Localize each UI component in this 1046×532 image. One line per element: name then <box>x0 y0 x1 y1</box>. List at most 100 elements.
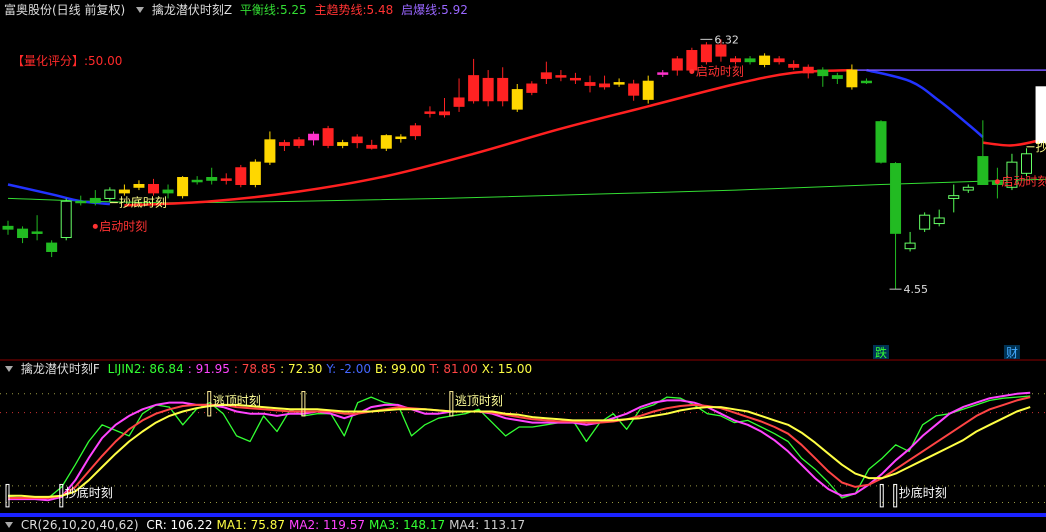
candle <box>963 184 973 192</box>
candlestick-chart[interactable]: 6.324.55抄底时刻启动时刻启动时刻抄底时刻启动时刻跌财 <box>0 18 1046 363</box>
candle <box>905 232 915 252</box>
sub-legend-label-0: LIJIN2: <box>108 362 146 376</box>
candle-body <box>425 112 435 114</box>
candle-body <box>32 232 42 234</box>
candle-body <box>716 45 726 56</box>
candle-body <box>3 226 13 229</box>
start-label-4: 启动时刻 <box>696 64 744 78</box>
candle <box>454 78 464 111</box>
bottom-legend-value-3: 148.17 <box>399 518 445 532</box>
candle-body <box>309 134 319 140</box>
sub-legend-value-0: 86.84 <box>146 362 184 376</box>
series-line-3 <box>8 405 1030 497</box>
marker-label-1: 财 <box>1006 346 1018 360</box>
candle-body <box>658 73 668 75</box>
candle <box>614 78 624 86</box>
bottom-label-5: 抄底时刻 <box>1036 139 1046 154</box>
candle-body <box>978 157 988 185</box>
main-chart-header: 富奥股份(日线 前复权) 擒龙潜伏时刻Z 平衡线:5.25 主趋势线:5.48 … <box>4 2 472 19</box>
candle <box>18 226 28 243</box>
candle-body <box>600 84 610 87</box>
sub-legend-value-3: 72.30 <box>284 362 322 376</box>
bottom-legend-value-0: 106.22 <box>167 518 213 532</box>
candle <box>803 64 813 78</box>
candle <box>541 62 551 84</box>
start-label-6: 启动时刻 <box>1001 175 1046 189</box>
candle-body <box>178 178 188 196</box>
candle-body <box>585 83 595 86</box>
candle-body <box>556 76 566 78</box>
candle <box>483 70 493 106</box>
dropdown-triangle-icon[interactable] <box>5 522 13 528</box>
candle <box>818 67 828 87</box>
candle-body <box>381 136 391 149</box>
signal-label-1: 逃顶时刻 <box>455 394 503 408</box>
candle-body <box>876 122 886 162</box>
candle <box>207 168 217 185</box>
candle-body <box>672 59 682 70</box>
sub-legend-label-5: B: <box>375 362 387 376</box>
candle <box>178 176 188 198</box>
candle-body <box>527 84 537 92</box>
sub-indicator-name[interactable]: 擒龙潜伏时刻F <box>21 362 100 376</box>
sub-legend-label-6: T: <box>429 362 439 376</box>
candle-body <box>294 140 304 146</box>
candle-body <box>832 76 842 79</box>
candle <box>47 240 57 257</box>
signal-bar <box>894 484 897 506</box>
candle <box>381 134 391 151</box>
candle-body <box>1022 154 1032 174</box>
candle-body <box>774 59 784 62</box>
legend-burst-value: 5.92 <box>441 3 468 17</box>
candle <box>891 162 901 289</box>
candle <box>221 173 231 184</box>
candle-body <box>396 137 406 139</box>
candle-body <box>541 73 551 79</box>
candle-body <box>279 143 289 146</box>
candle <box>32 215 42 240</box>
candle-body <box>629 84 639 95</box>
start-dot <box>995 179 1000 184</box>
candle-body <box>149 184 159 192</box>
candle <box>585 76 595 93</box>
candle <box>3 221 13 235</box>
candle-body <box>818 70 828 76</box>
candle-body <box>949 196 959 199</box>
candle <box>250 159 260 187</box>
start-dot <box>689 69 694 74</box>
sub-legend-value-5: 99.00 <box>387 362 425 376</box>
price-label-0: 6.32 <box>714 33 739 46</box>
signal-bar <box>6 484 9 506</box>
candle <box>847 64 857 89</box>
candle-body <box>905 243 915 249</box>
baseline-bar <box>0 513 1046 517</box>
candle <box>920 212 930 232</box>
candle-body <box>891 164 901 234</box>
candle <box>1022 148 1032 176</box>
candle <box>978 120 988 184</box>
start-label-3: 启动时刻 <box>99 219 147 233</box>
candle <box>90 190 100 205</box>
indicator-name[interactable]: 擒龙潜伏时刻Z <box>152 3 232 17</box>
candle <box>934 210 944 227</box>
candle <box>629 80 639 101</box>
legend-balance-value: 5.25 <box>280 3 307 17</box>
candle <box>498 67 508 106</box>
candle <box>774 56 784 64</box>
candle <box>556 70 566 81</box>
dropdown-triangle-icon[interactable] <box>5 366 13 372</box>
candle-body <box>338 143 348 146</box>
candle-body <box>163 190 173 193</box>
signal-label-0: 逃顶时刻 <box>213 394 261 408</box>
bottom-chart-header: CR(26,10,20,40,62) CR: 106.22MA1: 75.87M… <box>2 519 533 531</box>
candle <box>134 180 144 190</box>
sub-legend-value-1: 91.95 <box>192 362 230 376</box>
candle <box>658 70 668 77</box>
dropdown-triangle-icon[interactable] <box>136 7 144 13</box>
bottom-indicator-name[interactable]: CR(26,10,20,40,62) <box>21 518 139 532</box>
sub-legend-label-7: X: <box>482 362 494 376</box>
legend-trend-value: 5.48 <box>367 3 394 17</box>
oscillator-chart[interactable]: 逃顶时刻逃顶时刻抄底时刻抄底时刻 <box>0 378 1046 518</box>
candle <box>192 176 202 184</box>
legend-burst-label: 启爆线: <box>401 3 441 17</box>
